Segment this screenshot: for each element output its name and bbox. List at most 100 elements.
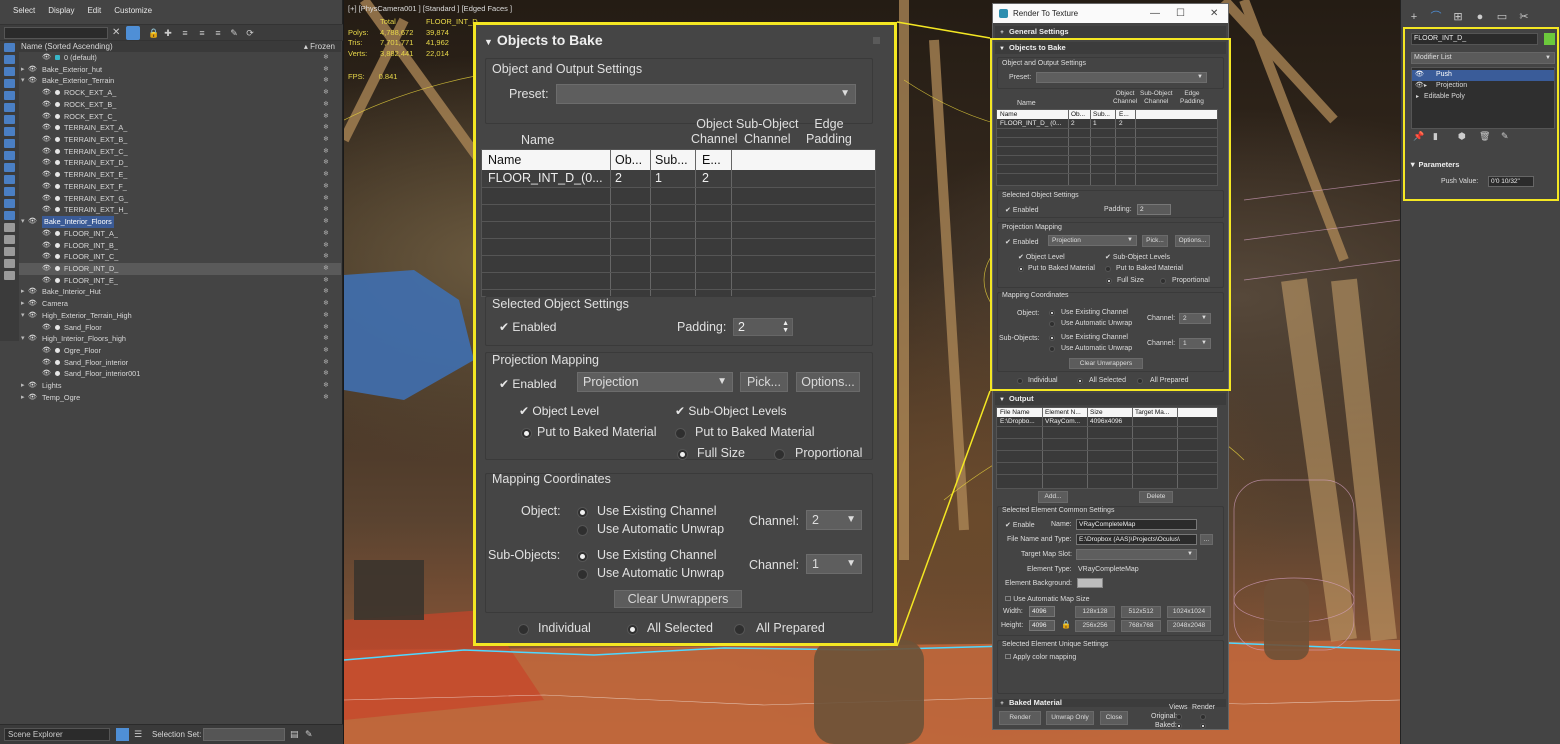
modify-tab-icon[interactable]: ⌒ xyxy=(1429,10,1443,24)
layer-tool-icon[interactable]: ≡ xyxy=(197,28,207,38)
visibility-icon[interactable]: 👁 xyxy=(42,345,51,357)
size-768-button[interactable]: 768x768 xyxy=(1121,620,1161,632)
modifier-stack[interactable]: 👁 Push 👁 ▸ Projection ▸ Editable Poly xyxy=(1411,67,1555,129)
visibility-icon[interactable]: 👁 xyxy=(42,111,51,123)
make-unique-icon[interactable]: ⬢ xyxy=(1458,131,1466,142)
filter-containers-icon[interactable] xyxy=(4,151,15,160)
frozen-icon[interactable]: ❄ xyxy=(323,75,329,87)
show-end-result-icon[interactable]: ▮ xyxy=(1433,131,1438,142)
delete-button[interactable]: Delete xyxy=(1139,491,1173,503)
r-put-baked-radio-2[interactable] xyxy=(1105,266,1111,272)
use-existing-radio-2[interactable] xyxy=(577,551,588,562)
collapse-icon[interactable]: ▾ xyxy=(21,75,25,87)
r-subobject-levels-checkbox[interactable]: ✔ Sub-Object Levels xyxy=(1105,253,1170,261)
frozen-icon[interactable]: ❄ xyxy=(323,286,329,298)
frozen-icon[interactable]: ❄ xyxy=(323,357,329,369)
expand-icon[interactable]: ▸ xyxy=(1424,81,1427,92)
enable-checkbox[interactable]: ✔ Enable xyxy=(1005,521,1035,529)
frozen-icon[interactable]: ❄ xyxy=(323,240,329,252)
sync-icon[interactable]: ⟳ xyxy=(245,28,255,38)
visibility-icon[interactable]: 👁 xyxy=(42,275,51,287)
tree-row[interactable]: ▸ 👁 Lights ❄ xyxy=(19,380,341,392)
r-objects-table[interactable]: Name Ob... Sub... E... FLOOR_INT_D_ (0... 2 1… xyxy=(996,109,1218,186)
rollout-pin-icon[interactable] xyxy=(873,37,880,44)
close-icon[interactable]: ✕ xyxy=(1210,4,1218,23)
frozen-icon[interactable]: ❄ xyxy=(323,368,329,380)
tree-row[interactable]: 👁 FLOOR_INT_D_ ❄ xyxy=(19,262,341,275)
tree-row[interactable]: 👁 Sand_Floor ❄ xyxy=(19,322,341,334)
r-padding-spinner[interactable]: 2 xyxy=(1137,204,1171,215)
explorer-name-dropdown[interactable]: Scene Explorer xyxy=(4,728,110,741)
visibility-icon[interactable]: 👁 xyxy=(42,146,51,158)
dialog-titlebar[interactable]: Render To Texture — ☐ ✕ xyxy=(993,4,1228,23)
frozen-icon[interactable]: ❄ xyxy=(323,134,329,146)
utilities-tab-icon[interactable]: ✂ xyxy=(1517,10,1531,24)
r-output-table[interactable]: File Name Element N... Size Target Ma... E:… xyxy=(996,407,1218,489)
tree-row[interactable]: ▾ 👁 Bake_Exterior_Terrain ❄ xyxy=(19,75,341,87)
size-128-button[interactable]: 128x128 xyxy=(1075,606,1115,618)
remove-modifier-icon[interactable]: 🗑 xyxy=(1479,131,1490,142)
render-baked-radio[interactable] xyxy=(1200,723,1206,729)
r-use-auto-radio[interactable] xyxy=(1049,321,1055,327)
visibility-icon[interactable]: 👁 xyxy=(1415,70,1424,81)
use-auto-size-checkbox[interactable]: ☐ Use Automatic Map Size xyxy=(1005,595,1090,603)
frozen-icon[interactable]: ❄ xyxy=(323,392,329,404)
tree-row[interactable]: 👁 TERRAIN_EXT_A_ ❄ xyxy=(19,122,341,134)
maximize-icon[interactable]: ☐ xyxy=(1176,4,1185,23)
all-selected-radio[interactable] xyxy=(627,624,638,635)
frozen-icon[interactable]: ❄ xyxy=(323,52,329,64)
display-tab-icon[interactable]: ▭ xyxy=(1495,10,1509,24)
r-use-existing-radio-2[interactable] xyxy=(1049,335,1055,341)
target-slot-dropdown[interactable]: ▼ xyxy=(1076,549,1197,560)
filter-cameras-icon[interactable] xyxy=(4,79,15,88)
tree-row[interactable]: 👁 FLOOR_INT_E_ ❄ xyxy=(19,275,341,287)
visibility-icon[interactable]: 👁 xyxy=(42,157,51,169)
frozen-icon[interactable]: ❄ xyxy=(323,216,329,228)
set-options-icon[interactable]: ✎ xyxy=(305,729,313,740)
visibility-icon[interactable]: 👁 xyxy=(42,52,51,64)
collapse-icon[interactable]: ▾ xyxy=(21,333,25,345)
tree-row[interactable]: ▸ 👁 Camera ❄ xyxy=(19,298,341,310)
unwrap-only-button[interactable]: Unwrap Only xyxy=(1046,711,1094,725)
put-baked-radio-2[interactable] xyxy=(675,428,686,439)
expand-icon[interactable]: ▸ xyxy=(21,392,25,404)
tree-row[interactable]: ▾ 👁 High_Interior_Floors_high ❄ xyxy=(19,333,341,345)
frozen-icon[interactable]: ❄ xyxy=(323,345,329,357)
views-baked-radio[interactable] xyxy=(1176,723,1182,729)
all-prepared-radio[interactable] xyxy=(734,624,745,635)
menu-customize[interactable]: Customize xyxy=(114,6,152,15)
frozen-icon[interactable]: ❄ xyxy=(323,310,329,322)
visibility-icon[interactable]: 👁 xyxy=(42,204,51,216)
tree-row[interactable]: 👁 Ogre_Floor ❄ xyxy=(19,345,341,357)
filter-shapes-icon[interactable] xyxy=(4,55,15,64)
frozen-icon[interactable]: ❄ xyxy=(323,157,329,169)
visibility-icon[interactable]: 👁 xyxy=(28,286,37,298)
visibility-icon[interactable]: 👁 xyxy=(42,357,51,369)
add-layer-icon[interactable]: ✚ xyxy=(163,28,173,38)
expand-icon[interactable]: ▸ xyxy=(21,298,25,310)
r-options-button[interactable]: Options... xyxy=(1175,235,1210,247)
preset-dropdown[interactable]: ▼ xyxy=(556,84,856,104)
filter-all-icon[interactable] xyxy=(4,187,15,196)
tree-row[interactable]: 👁 FLOOR_INT_A_ ❄ xyxy=(19,228,341,240)
parameters-rollout[interactable]: ▼ Parameters xyxy=(1409,159,1555,170)
tree-row[interactable]: 👁 TERRAIN_EXT_D_ ❄ xyxy=(19,157,341,169)
close-button[interactable]: Close xyxy=(1100,711,1128,725)
size-1024-button[interactable]: 1024x1024 xyxy=(1167,606,1211,618)
use-auto-radio[interactable] xyxy=(577,525,588,536)
r-pick-button[interactable]: Pick... xyxy=(1142,235,1168,247)
individual-radio[interactable] xyxy=(518,624,529,635)
frozen-icon[interactable]: ❄ xyxy=(323,169,329,181)
height-spinner[interactable]: 4096 xyxy=(1029,620,1055,631)
visibility-icon[interactable]: 👁 xyxy=(42,87,51,99)
clear-unwrappers-button[interactable]: Clear Unwrappers xyxy=(614,590,742,608)
visibility-icon[interactable]: 👁 xyxy=(42,169,51,181)
r-channel-sub-dropdown[interactable]: 1 ▼ xyxy=(1179,338,1211,349)
visibility-icon[interactable]: 👁 xyxy=(42,134,51,146)
visibility-icon[interactable]: 👁 xyxy=(42,322,51,334)
frozen-icon[interactable]: ❄ xyxy=(323,111,329,123)
frozen-icon[interactable]: ❄ xyxy=(323,322,329,334)
tree-row[interactable]: 👁 FLOOR_INT_C_ ❄ xyxy=(19,251,341,263)
tree-row[interactable]: 👁 0 (default) ❄ xyxy=(19,52,341,64)
r-individual-radio[interactable] xyxy=(1017,378,1023,384)
